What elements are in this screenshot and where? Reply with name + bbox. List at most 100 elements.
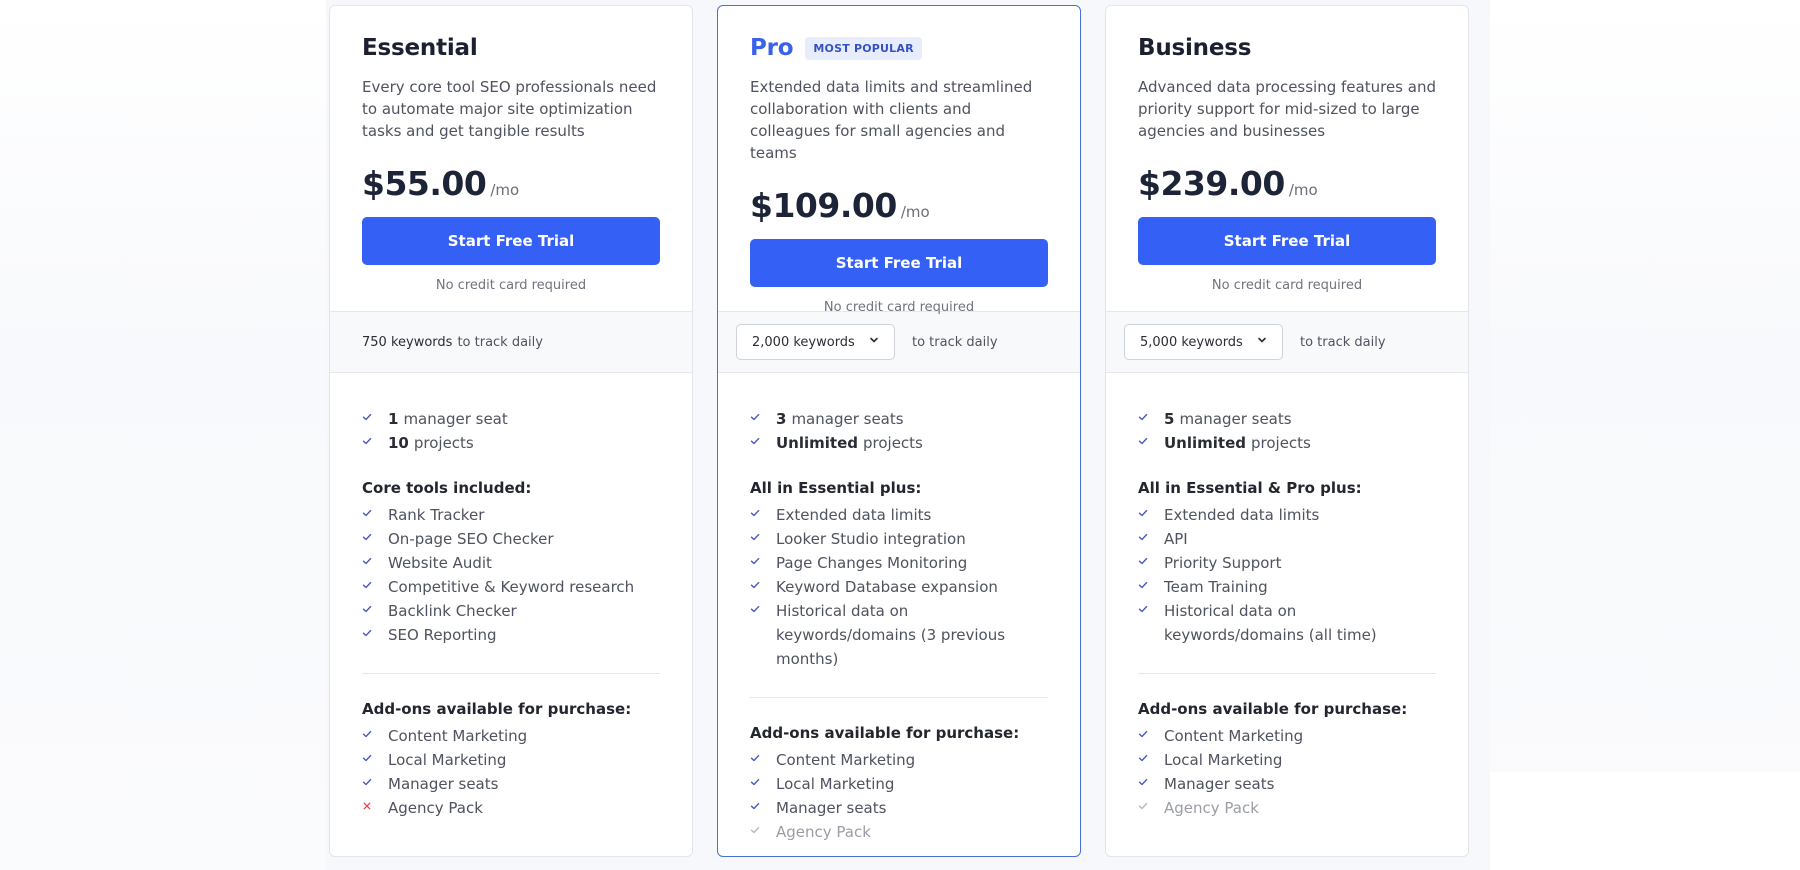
plan-price: $239.00 (1138, 164, 1285, 203)
keywords-suffix: to track daily (457, 334, 543, 350)
feature-label: On-page SEO Checker (388, 530, 554, 548)
list-item: 3 manager seats (750, 407, 1048, 431)
plan-title-row: Pro MOST POPULAR (750, 32, 1048, 64)
price-period: /mo (1288, 181, 1318, 199)
basic-value: Unlimited (1164, 434, 1246, 452)
price-period: /mo (490, 181, 520, 199)
plan-name: Business (1138, 35, 1252, 61)
price-row: $55.00/mo (362, 164, 660, 203)
check-icon (750, 599, 776, 619)
list-item: Manager seats (750, 796, 1048, 820)
plan-price: $55.00 (362, 164, 487, 203)
addons-list: Content Marketing Local Marketing Manager … (362, 724, 660, 820)
list-item: API (1138, 527, 1436, 551)
feature-label: SEO Reporting (388, 626, 497, 644)
check-icon (362, 623, 388, 643)
check-icon (1138, 527, 1164, 547)
check-icon (1138, 431, 1164, 451)
list-item: Manager seats (362, 772, 660, 796)
addon-label: Agency Pack (776, 823, 871, 841)
list-item: Keyword Database expansion (750, 575, 1048, 599)
list-item: Extended data limits (1138, 503, 1436, 527)
list-item: Agency Pack (1138, 796, 1436, 820)
addon-label: Local Marketing (776, 775, 895, 793)
plan-description: Advanced data processing features and pr… (1138, 78, 1436, 140)
plan-features: 1 manager seat 10 projects Core tools includ… (330, 373, 692, 820)
list-item: Local Marketing (750, 772, 1048, 796)
keywords-band: 2,000 keywords to track daily (718, 311, 1080, 373)
keywords-dropdown[interactable]: 2,000 keywords (736, 324, 895, 360)
list-item: Extended data limits (750, 503, 1048, 527)
basic-value: 10 (388, 434, 409, 452)
check-icon (750, 748, 776, 768)
addons-title: Add-ons available for purchase: (362, 700, 632, 718)
basic-text: 5 manager seats (1164, 407, 1292, 431)
page-background-corner (1490, 772, 1800, 870)
addon-label: Manager seats (776, 799, 887, 817)
features-title: All in Essential plus: (750, 479, 922, 497)
plan-card-pro: Pro MOST POPULAR Extended data limits and … (717, 5, 1081, 857)
check-icon (362, 724, 388, 744)
list-item: Rank Tracker (362, 503, 660, 527)
keywords-suffix: to track daily (912, 334, 998, 350)
basics-list: 1 manager seat 10 projects (362, 407, 660, 455)
basic-label: manager seats (791, 410, 904, 428)
basic-text: Unlimited projects (776, 431, 923, 455)
plan-card-business: Business Advanced data processing feature… (1105, 5, 1469, 857)
plan-price: $109.00 (750, 186, 897, 225)
list-item: Priority Support (1138, 551, 1436, 575)
addon-label: Manager seats (1164, 775, 1275, 793)
check-icon (1138, 796, 1164, 816)
check-icon (362, 551, 388, 571)
chevron-down-icon (1256, 334, 1268, 350)
check-icon (1138, 503, 1164, 523)
basic-text: 1 manager seat (388, 407, 508, 431)
addon-label: Content Marketing (388, 727, 528, 745)
features-title: Core tools included: (362, 479, 532, 497)
addon-label: Local Marketing (1164, 751, 1283, 769)
section-divider (750, 697, 1048, 698)
start-free-trial-button[interactable]: Start Free Trial (750, 239, 1048, 287)
start-free-trial-button[interactable]: Start Free Trial (1138, 217, 1436, 265)
basic-label: projects (1251, 434, 1311, 452)
basics-list: 3 manager seats Unlimited projects (750, 407, 1048, 455)
plan-description: Extended data limits and streamlined col… (750, 78, 1033, 162)
check-icon (1138, 724, 1164, 744)
no-credit-card-note: No credit card required (1211, 278, 1363, 293)
addon-label: Content Marketing (776, 751, 916, 769)
check-icon (750, 503, 776, 523)
check-icon (1138, 575, 1164, 595)
most-popular-badge: MOST POPULAR (805, 36, 922, 60)
feature-label: Keyword Database expansion (776, 578, 998, 596)
list-item: Content Marketing (1138, 724, 1436, 748)
keywords-band: 5,000 keywords to track daily (1106, 311, 1468, 373)
list-item: Agency Pack (750, 820, 1048, 844)
basic-value: 1 (388, 410, 399, 428)
feature-label: Looker Studio integration (776, 530, 966, 548)
keywords-dropdown[interactable]: 5,000 keywords (1124, 324, 1283, 360)
feature-label: Website Audit (388, 554, 492, 572)
chevron-down-icon (868, 334, 880, 350)
check-icon (1138, 772, 1164, 792)
features-list: Extended data limits API Priority Support T… (1138, 503, 1436, 647)
basic-label: projects (863, 434, 923, 452)
keywords-dropdown-value: 5,000 keywords (1140, 334, 1243, 350)
addon-label: Agency Pack (388, 799, 483, 817)
price-row: $239.00/mo (1138, 164, 1436, 203)
plan-header: Pro MOST POPULAR Extended data limits and … (718, 6, 1080, 315)
list-item: SEO Reporting (362, 623, 660, 647)
feature-label: Backlink Checker (388, 602, 517, 620)
check-icon (362, 431, 388, 451)
list-item: Local Marketing (362, 748, 660, 772)
list-item: Page Changes Monitoring (750, 551, 1048, 575)
cross-icon (362, 796, 388, 816)
feature-label: Historical data on keywords/domains (all… (1164, 602, 1377, 644)
plan-description: Every core tool SEO professionals need t… (362, 78, 657, 140)
feature-label: Rank Tracker (388, 506, 485, 524)
check-icon (1138, 407, 1164, 427)
check-icon (750, 772, 776, 792)
check-icon (750, 407, 776, 427)
list-item: Backlink Checker (362, 599, 660, 623)
check-icon (362, 503, 388, 523)
start-free-trial-button[interactable]: Start Free Trial (362, 217, 660, 265)
